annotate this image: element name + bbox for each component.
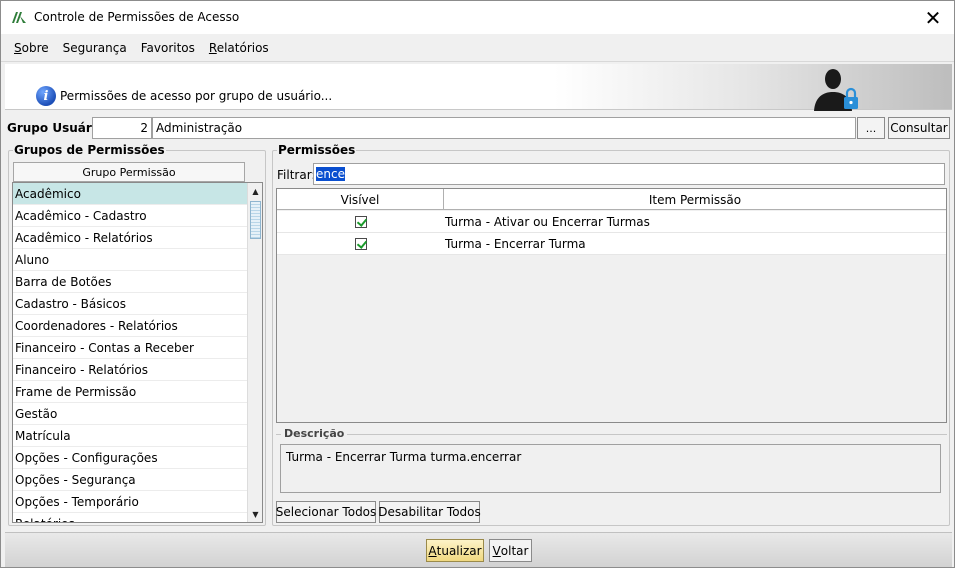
menu-favoritos-label: Favoritos (140, 40, 195, 55)
list-item[interactable]: Acadêmico - Relatórios (13, 227, 248, 249)
consultar-button[interactable]: Consultar (888, 117, 950, 139)
menu-favoritos[interactable]: Favoritos (134, 41, 202, 55)
menu-sobre-label: obre (21, 40, 49, 55)
visible-cell (277, 211, 444, 233)
table-row[interactable]: Turma - Encerrar Turma (277, 233, 946, 255)
filter-input-value: ence (316, 167, 345, 181)
scroll-down-icon[interactable]: ▼ (248, 506, 262, 522)
list-item[interactable]: Matrícula (13, 425, 248, 447)
permission-group-list[interactable]: Acadêmico Acadêmico - Cadastro Acadêmico -… (12, 182, 263, 523)
permissions-box: Permissões Filtrar: ence Visível Item Pe… (272, 143, 950, 526)
menu-seguranca-label: Segurança (62, 40, 127, 55)
voltar-button[interactable]: Voltar (489, 539, 532, 562)
footer-bar: Atualizar Voltar (5, 532, 952, 567)
permission-group-column-header[interactable]: Grupo Permissão (13, 162, 245, 182)
app-window: Controle de Permissões de Acesso ✕ Sobre… (0, 0, 955, 568)
list-item[interactable]: Financeiro - Contas a Receber (13, 337, 248, 359)
atualizar-button[interactable]: Atualizar (426, 539, 484, 562)
list-item[interactable]: Acadêmico (13, 183, 248, 205)
menu-relatorios-label: elatórios (216, 40, 269, 55)
atualizar-label: tualizar (436, 543, 482, 558)
menu-seguranca[interactable]: Segurança (56, 41, 134, 55)
list-item[interactable]: Coordenadores - Relatórios (13, 315, 248, 337)
app-logo-icon (12, 12, 26, 23)
list-item[interactable]: Gestão (13, 403, 248, 425)
scroll-thumb[interactable] (250, 201, 261, 239)
close-icon: ✕ (924, 5, 942, 30)
permissions-grid: Visível Item Permissão Turma - Ativar ou… (276, 188, 947, 423)
disable-all-button[interactable]: Desabilitar Todos (378, 501, 481, 523)
permission-group-items: Acadêmico Acadêmico - Cadastro Acadêmico -… (13, 183, 248, 522)
filter-label: Filtrar: (277, 168, 316, 182)
visible-cell (277, 233, 444, 255)
list-item[interactable]: Acadêmico - Cadastro (13, 205, 248, 227)
list-item[interactable]: Opções - Configurações (13, 447, 248, 469)
permission-group-scrollbar[interactable]: ▲ ▼ (247, 183, 262, 522)
column-header-visivel[interactable]: Visível (277, 189, 444, 210)
menu-relatorios[interactable]: Relatórios (202, 41, 276, 55)
menu-sobre[interactable]: Sobre (7, 41, 56, 55)
user-lock-icon (814, 69, 858, 111)
window-title: Controle de Permissões de Acesso (34, 10, 240, 24)
voltar-mnemonic: V (492, 543, 501, 558)
scroll-up-icon[interactable]: ▲ (248, 183, 262, 199)
voltar-label: oltar (500, 543, 529, 558)
atualizar-mnemonic: A (428, 543, 437, 558)
header-banner: i Permissões de acesso por grupo de usuá… (5, 64, 952, 111)
select-all-button[interactable]: Selecionar Todos (276, 501, 376, 523)
permission-item-cell: Turma - Encerrar Turma (445, 237, 586, 251)
column-header-item-permissao[interactable]: Item Permissão (444, 189, 946, 210)
list-item[interactable]: Aluno (13, 249, 248, 271)
list-item[interactable]: Cadastro - Básicos (13, 293, 248, 315)
title-bar: Controle de Permissões de Acesso ✕ (1, 1, 954, 34)
group-id-field[interactable]: 2 (92, 117, 152, 139)
browse-group-button[interactable]: ... (857, 117, 885, 139)
menu-bar: Sobre Segurança Favoritos Relatórios (1, 34, 954, 62)
group-name-field[interactable]: Administração (152, 117, 856, 139)
description-text: Turma - Encerrar Turma turma.encerrar (280, 444, 941, 493)
list-item[interactable]: Frame de Permissão (13, 381, 248, 403)
permissions-grid-header: Visível Item Permissão (277, 189, 946, 210)
table-row[interactable]: Turma - Ativar ou Encerrar Turmas (277, 211, 946, 233)
permission-groups-box: Grupos de Permissões Grupo Permissão Aca… (8, 143, 266, 526)
filter-input[interactable]: ence (313, 163, 945, 185)
permission-item-cell: Turma - Ativar ou Encerrar Turmas (445, 215, 650, 229)
menu-sobre-mnemonic: S (14, 40, 22, 55)
list-item[interactable]: Opções - Segurança (13, 469, 248, 491)
visible-checkbox[interactable] (354, 238, 367, 250)
menu-relatorios-mnemonic: R (208, 40, 217, 55)
list-item[interactable]: Relatórios (13, 513, 248, 522)
group-user-row: Grupo Usuário: 2 Administração ... Consu… (1, 115, 954, 141)
permission-groups-legend: Grupos de Permissões (13, 143, 166, 157)
banner-text: Permissões de acesso por grupo de usuári… (60, 89, 333, 103)
list-item[interactable]: Financeiro - Relatórios (13, 359, 248, 381)
visible-checkbox[interactable] (354, 216, 367, 228)
list-item[interactable]: Opções - Temporário (13, 491, 248, 513)
close-button[interactable]: ✕ (912, 1, 954, 34)
list-item[interactable]: Barra de Botões (13, 271, 248, 293)
permissions-legend: Permissões (277, 143, 357, 157)
description-divider (276, 434, 947, 435)
description-label: Descrição (281, 427, 348, 440)
info-icon: i (36, 86, 56, 106)
